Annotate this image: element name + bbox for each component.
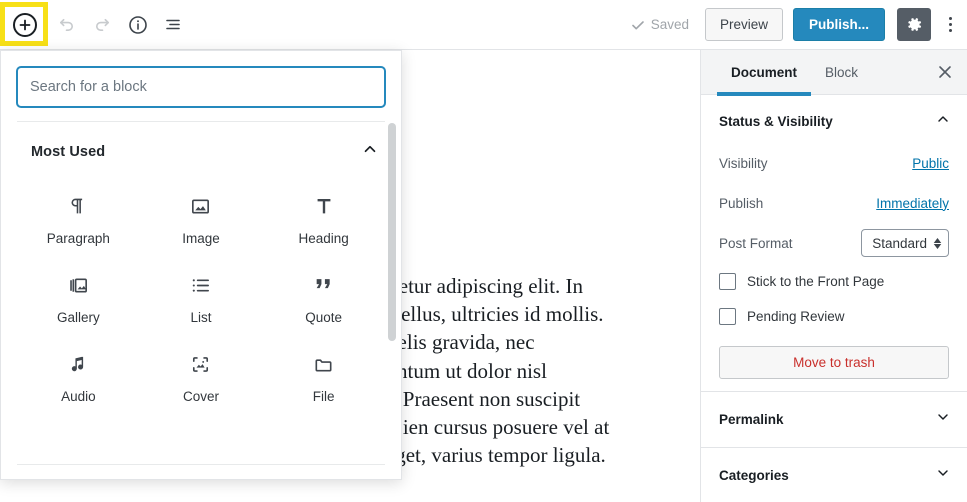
heading-icon [313, 191, 335, 221]
sidebar-tabs: Document Block [701, 50, 967, 96]
select-arrows-icon [933, 237, 942, 249]
status-visibility-panel-header[interactable]: Status & Visibility [701, 95, 967, 146]
block-item-label: Heading [298, 231, 349, 246]
sticky-checkbox-row[interactable]: Stick to the Front Page [719, 266, 949, 296]
undo-button[interactable] [48, 5, 84, 45]
most-used-section-header[interactable]: Most Used [1, 122, 401, 169]
block-item-heading[interactable]: Heading [262, 177, 385, 256]
post-format-value: Standard [872, 235, 927, 251]
permalink-title: Permalink [719, 412, 784, 427]
permalink-panel-header[interactable]: Permalink [701, 392, 967, 447]
audio-icon [67, 349, 89, 379]
inserter-search-row [1, 51, 401, 121]
editor-toolbar: Saved Preview Publish... [0, 0, 967, 50]
most-used-title: Most Used [31, 143, 106, 160]
visibility-value-link[interactable]: Public [912, 156, 949, 171]
publish-value-link[interactable]: Immediately [876, 196, 949, 211]
move-to-trash-button[interactable]: Move to trash [719, 346, 949, 379]
publish-label: Publish [719, 195, 764, 211]
block-item-file[interactable]: File [262, 335, 385, 414]
post-format-select[interactable]: Standard [861, 229, 949, 257]
more-options-button[interactable] [937, 8, 963, 41]
inserter-footer-divider [17, 464, 385, 465]
file-icon [312, 349, 335, 379]
gallery-icon [67, 270, 90, 300]
block-item-cover[interactable]: Cover [140, 335, 263, 414]
block-item-label: Cover [182, 389, 219, 404]
chevron-up-icon [935, 111, 951, 132]
ellipsis-dot [948, 17, 952, 20]
toolbar-right-group: Saved Preview Publish... [631, 0, 967, 50]
block-item-gallery[interactable]: Gallery [17, 256, 140, 335]
save-status: Saved [631, 17, 689, 32]
status-visibility-title: Status & Visibility [719, 114, 833, 129]
block-inserter-popover: Most Used Paragraph [0, 50, 402, 480]
block-item-audio[interactable]: Audio [17, 335, 140, 414]
block-item-list[interactable]: List [140, 256, 263, 335]
search-input[interactable] [17, 67, 385, 107]
block-item-image[interactable]: Image [140, 177, 263, 256]
block-item-label: List [190, 310, 212, 325]
block-item-label: Audio [61, 389, 96, 404]
categories-title: Categories [719, 468, 789, 483]
tab-document[interactable]: Document [717, 50, 812, 96]
list-icon [189, 270, 212, 300]
save-status-label: Saved [650, 17, 689, 32]
content-info-icon[interactable] [120, 5, 156, 45]
block-item-label: File [312, 389, 335, 404]
paragraph-icon [67, 191, 89, 221]
inserter-scrollbar-thumb[interactable] [388, 123, 396, 341]
redo-button[interactable] [84, 5, 120, 45]
pending-review-checkbox[interactable] [719, 307, 736, 325]
close-icon [939, 66, 951, 78]
close-sidebar-button[interactable] [923, 50, 967, 95]
quote-icon [312, 270, 336, 300]
sticky-label: Stick to the Front Page [747, 273, 885, 289]
preview-button[interactable]: Preview [704, 8, 783, 41]
block-navigation-icon[interactable] [156, 5, 192, 45]
settings-sidebar: Document Block Status & Visibility Visib… [700, 50, 967, 502]
post-format-row: Post Format Standard [719, 226, 949, 260]
toolbar-left-group [0, 0, 192, 50]
chevron-up-icon [361, 140, 379, 163]
block-item-label: Gallery [56, 310, 100, 325]
ellipsis-dot [948, 23, 952, 26]
categories-panel-header[interactable]: Categories [701, 448, 967, 502]
chevron-down-icon [935, 409, 951, 430]
visibility-label: Visibility [719, 155, 768, 171]
block-item-label: Paragraph [46, 231, 110, 246]
chevron-down-icon [935, 465, 951, 486]
block-item-quote[interactable]: Quote [262, 256, 385, 335]
block-type-grid: Paragraph Image Heading Gallery List Quo… [1, 169, 401, 414]
block-item-label: Quote [305, 310, 343, 325]
image-icon [189, 191, 212, 221]
block-item-label: Image [182, 231, 220, 246]
publish-row: Publish Immediately [719, 186, 949, 220]
pending-review-label: Pending Review [747, 308, 845, 324]
add-block-button[interactable] [13, 12, 37, 37]
publish-button[interactable]: Publish... [792, 8, 885, 41]
gear-icon [907, 18, 921, 31]
sticky-checkbox[interactable] [719, 272, 736, 290]
block-inserter-container [0, 1, 48, 48]
cover-icon [189, 349, 212, 379]
pending-review-checkbox-row[interactable]: Pending Review [719, 301, 949, 331]
ellipsis-dot [948, 29, 952, 32]
block-item-paragraph[interactable]: Paragraph [17, 177, 140, 256]
status-visibility-panel-body: Visibility Public Publish Immediately Po… [701, 146, 967, 391]
wordpress-block-editor: Saved Preview Publish... Lorem ipsum dol… [0, 0, 967, 502]
visibility-row: Visibility Public [719, 146, 949, 180]
post-format-label: Post Format [719, 235, 793, 251]
settings-button[interactable] [897, 8, 931, 41]
tab-block[interactable]: Block [811, 50, 872, 95]
